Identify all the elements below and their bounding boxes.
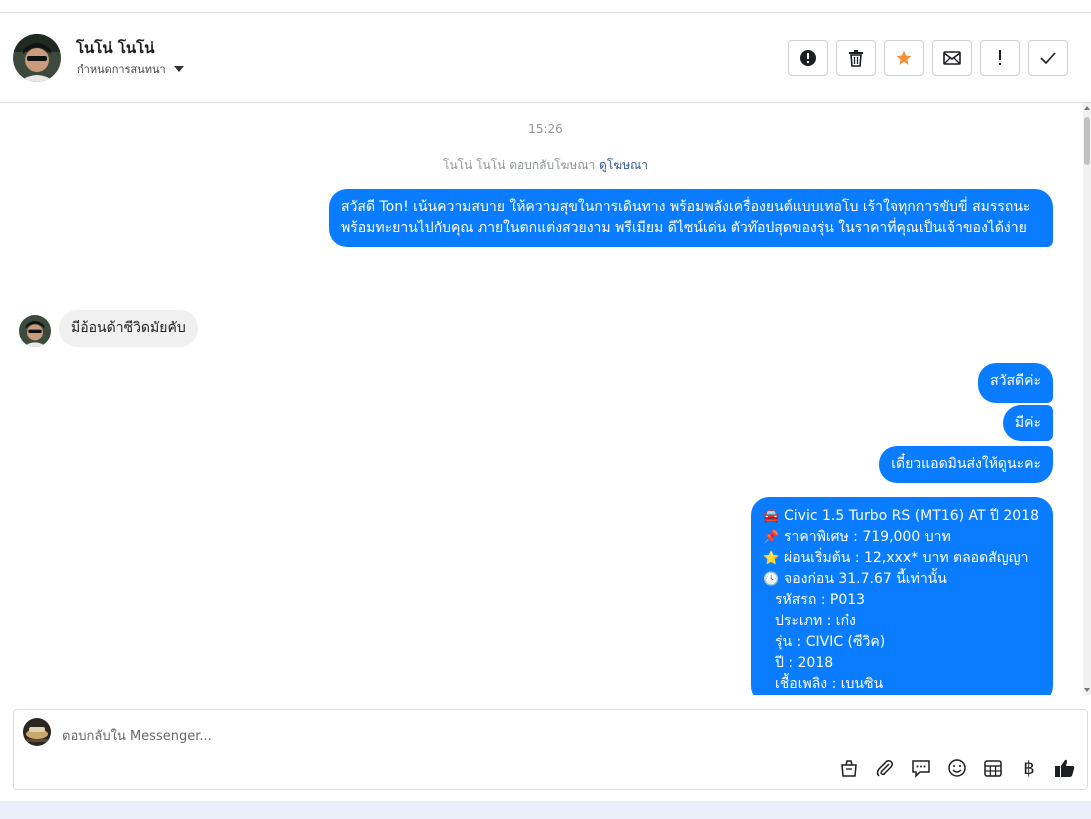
contact-avatar[interactable] bbox=[13, 34, 61, 82]
shop-bag-button[interactable] bbox=[837, 756, 861, 780]
outgoing-message: มีค่ะ bbox=[1002, 405, 1053, 441]
car-detail-line: รุ่น : CIVIC (ซีวิค) bbox=[775, 634, 886, 650]
exclamation-icon bbox=[999, 50, 1001, 65]
outgoing-message: สวัสดี Ton! เน้นความสบาย ให้ความสุขในการ… bbox=[329, 189, 1053, 247]
scroll-up-arrow-icon[interactable] bbox=[1084, 106, 1090, 110]
car-detail-line: รหัสรถ : P013 bbox=[775, 592, 866, 608]
saved-reply-icon bbox=[912, 760, 930, 778]
like-icon bbox=[1055, 759, 1075, 777]
scroll-thumb[interactable] bbox=[1084, 117, 1090, 165]
attachment-button[interactable] bbox=[873, 756, 897, 780]
star-emoji-icon: ⭐ bbox=[763, 551, 780, 566]
exclamation-circle-icon bbox=[800, 50, 816, 66]
incoming-message: มีอ้อนด้าซีวิดมัยคับ bbox=[59, 310, 198, 347]
baht-icon: ฿ bbox=[1023, 757, 1035, 779]
scroll-down-arrow-icon[interactable] bbox=[1084, 688, 1090, 692]
car-detail-line: 🚘 Civic 1.5 Turbo RS (MT16) AT ปี 2018 bbox=[763, 506, 1041, 527]
like-button[interactable] bbox=[1053, 756, 1077, 780]
check-icon bbox=[1040, 52, 1056, 64]
action-toolbar bbox=[788, 40, 1068, 76]
star-icon bbox=[896, 50, 912, 65]
composer-toolbar: ฿ bbox=[837, 756, 1077, 780]
reply-composer[interactable]: ตอบกลับใน Messenger... ฿ bbox=[13, 709, 1088, 790]
car-detail-line: ปี : 2018 bbox=[775, 655, 834, 671]
mark-unread-button[interactable] bbox=[932, 40, 972, 76]
car-detail-line: 📌 ราคาพิเศษ : 719,000 บาท bbox=[763, 527, 1041, 548]
payment-button[interactable]: ฿ bbox=[1017, 756, 1041, 780]
envelope-icon bbox=[943, 51, 961, 65]
emoji-icon bbox=[948, 759, 966, 777]
trash-icon bbox=[849, 50, 863, 67]
ad-reply-text: โนโน่ โนโน่ ตอบกลับโฆษณา bbox=[443, 158, 596, 172]
car-detail-line: ⭐ ผ่อนเริ่มต้น : 12,xxx* บาท ตลอดสัญญา bbox=[763, 548, 1041, 569]
contact-avatar-small bbox=[19, 315, 51, 347]
clock-icon: 🕓 bbox=[763, 572, 780, 587]
star-button[interactable] bbox=[884, 40, 924, 76]
ad-reply-notice: โนโน่ โนโน่ ตอบกลับโฆษณา ดูโฆษณา bbox=[0, 156, 1083, 175]
calendar-icon bbox=[984, 760, 1002, 777]
view-ad-link[interactable]: ดูโฆษณา bbox=[599, 158, 648, 172]
delete-button[interactable] bbox=[836, 40, 876, 76]
top-bar bbox=[0, 0, 1091, 13]
calendar-button[interactable] bbox=[981, 756, 1005, 780]
outgoing-message: เดี๋ยวแอดมินส่งให้ดูนะคะ bbox=[879, 446, 1053, 483]
mark-done-button[interactable] bbox=[1028, 40, 1068, 76]
pin-icon: 📌 bbox=[763, 530, 780, 545]
page-footer bbox=[0, 801, 1091, 819]
page-avatar bbox=[23, 718, 51, 746]
car-details-message: 🚘 Civic 1.5 Turbo RS (MT16) AT ปี 2018 📌 ร… bbox=[751, 497, 1053, 695]
car-icon: 🚘 bbox=[763, 509, 780, 524]
assign-conversation-dropdown[interactable]: กำหนดการสนทนา bbox=[77, 60, 184, 78]
car-detail-line: 🕓 จองก่อน 31.7.67 นี้เท่านั้น bbox=[763, 569, 1041, 590]
attachment-icon bbox=[876, 760, 894, 777]
contact-name: โนโน่ โนโน่ bbox=[76, 39, 155, 57]
car-detail-line: ประเภท : เก๋ง bbox=[775, 613, 856, 629]
follow-up-button[interactable] bbox=[980, 40, 1020, 76]
shop-bag-icon bbox=[841, 760, 857, 777]
assign-label: กำหนดการสนทนา bbox=[77, 63, 166, 76]
emoji-button[interactable] bbox=[945, 756, 969, 780]
saved-reply-button[interactable] bbox=[909, 756, 933, 780]
message-timestamp: 15:26 bbox=[528, 122, 563, 136]
car-detail-line: เชื้อเพลิง : เบนซิน bbox=[775, 676, 884, 692]
message-thread[interactable]: 15:26 โนโน่ โนโน่ ตอบกลับโฆษณา ดูโฆษณา ส… bbox=[0, 103, 1083, 695]
caret-down-icon bbox=[173, 66, 184, 72]
conversation-header: โนโน่ โนโน่ กำหนดการสนทนา bbox=[0, 14, 1091, 103]
chat-scrollbar[interactable] bbox=[1083, 103, 1091, 695]
outgoing-message: สวัสดีค่ะ bbox=[978, 363, 1053, 403]
reply-input[interactable]: ตอบกลับใน Messenger... bbox=[62, 725, 212, 746]
report-button[interactable] bbox=[788, 40, 828, 76]
